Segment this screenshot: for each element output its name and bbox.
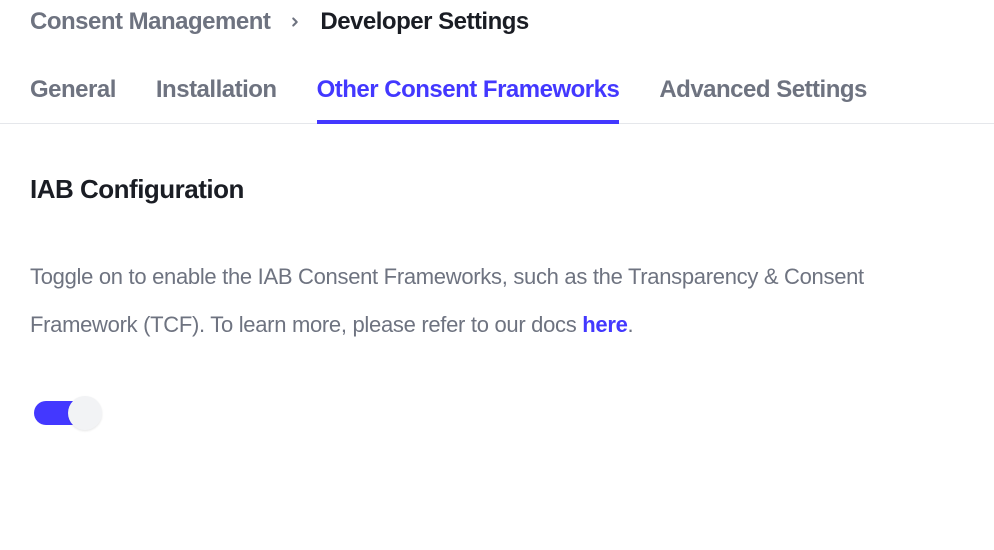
tab-installation[interactable]: Installation (156, 76, 277, 124)
chevron-right-icon (288, 15, 302, 29)
section-desc-suffix: . (628, 312, 634, 337)
section-description: Toggle on to enable the IAB Consent Fram… (30, 253, 900, 349)
breadcrumb-item-consent-management[interactable]: Consent Management (30, 8, 270, 36)
breadcrumb: Consent Management Developer Settings (0, 0, 994, 36)
section-desc-text: Toggle on to enable the IAB Consent Fram… (30, 264, 864, 337)
breadcrumb-item-developer-settings[interactable]: Developer Settings (320, 8, 528, 36)
tab-general[interactable]: General (30, 76, 116, 124)
toggle-wrap (30, 399, 964, 429)
tab-advanced-settings[interactable]: Advanced Settings (659, 76, 867, 124)
section-title: IAB Configuration (30, 174, 964, 205)
content: IAB Configuration Toggle on to enable th… (0, 124, 994, 429)
iab-toggle[interactable] (34, 399, 102, 429)
tab-other-consent-frameworks[interactable]: Other Consent Frameworks (317, 76, 620, 124)
tabs: General Installation Other Consent Frame… (0, 76, 994, 124)
docs-link[interactable]: here (582, 312, 627, 337)
toggle-knob (68, 396, 102, 430)
